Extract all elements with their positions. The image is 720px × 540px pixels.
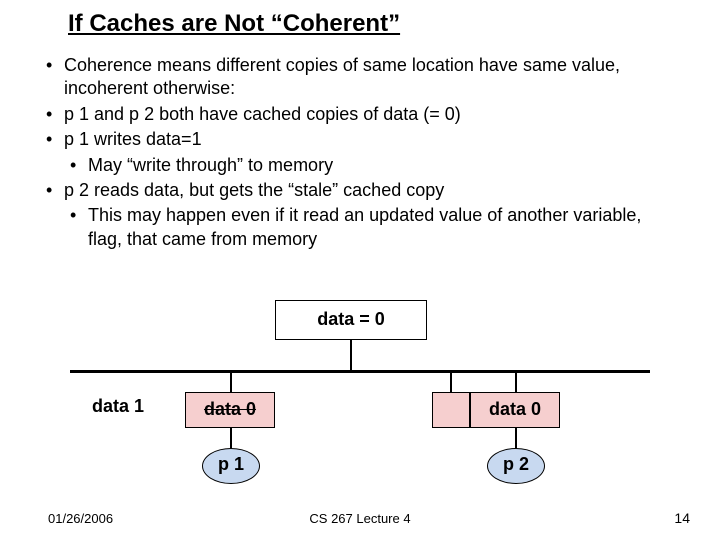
cache-stem-left — [230, 372, 232, 392]
proc-stem-right — [515, 428, 517, 448]
processor-p1: p 1 — [202, 448, 260, 484]
bullet-4a: This may happen even if it read an updat… — [40, 204, 680, 251]
cache-left-label: data 0 — [204, 399, 256, 419]
proc-stem-left — [230, 428, 232, 448]
bullet-list: Coherence means different copies of same… — [40, 54, 680, 253]
slide-title: If Caches are Not “Coherent” — [68, 10, 400, 38]
footer-lecture: CS 267 Lecture 4 — [0, 511, 720, 526]
processor-p2: p 2 — [487, 448, 545, 484]
cache-right-label: data 0 — [489, 399, 541, 419]
bullet-4: p 2 reads data, but gets the “stale” cac… — [40, 179, 680, 202]
footer-slide-number: 14 — [674, 510, 690, 526]
bullet-2: p 1 and p 2 both have cached copies of d… — [40, 103, 680, 126]
bus-line — [70, 370, 650, 373]
cache-stem-right — [515, 372, 517, 392]
coherence-diagram: data = 0 data 1 data 0 data 0 p 1 p 2 — [60, 300, 660, 490]
bullet-3: p 1 writes data=1 — [40, 128, 680, 151]
bullet-3a: May “write through” to memory — [40, 154, 680, 177]
cache-right-extra-cell — [432, 392, 470, 428]
memory-box: data = 0 — [275, 300, 427, 340]
new-value-label: data 1 — [92, 396, 144, 417]
cache-stem-right-extra — [450, 372, 452, 392]
cache-right: data 0 — [470, 392, 560, 428]
slide: If Caches are Not “Coherent” Coherence m… — [0, 0, 720, 540]
cache-left: data 0 — [185, 392, 275, 428]
memory-stem — [350, 340, 352, 370]
bullet-1: Coherence means different copies of same… — [40, 54, 680, 101]
